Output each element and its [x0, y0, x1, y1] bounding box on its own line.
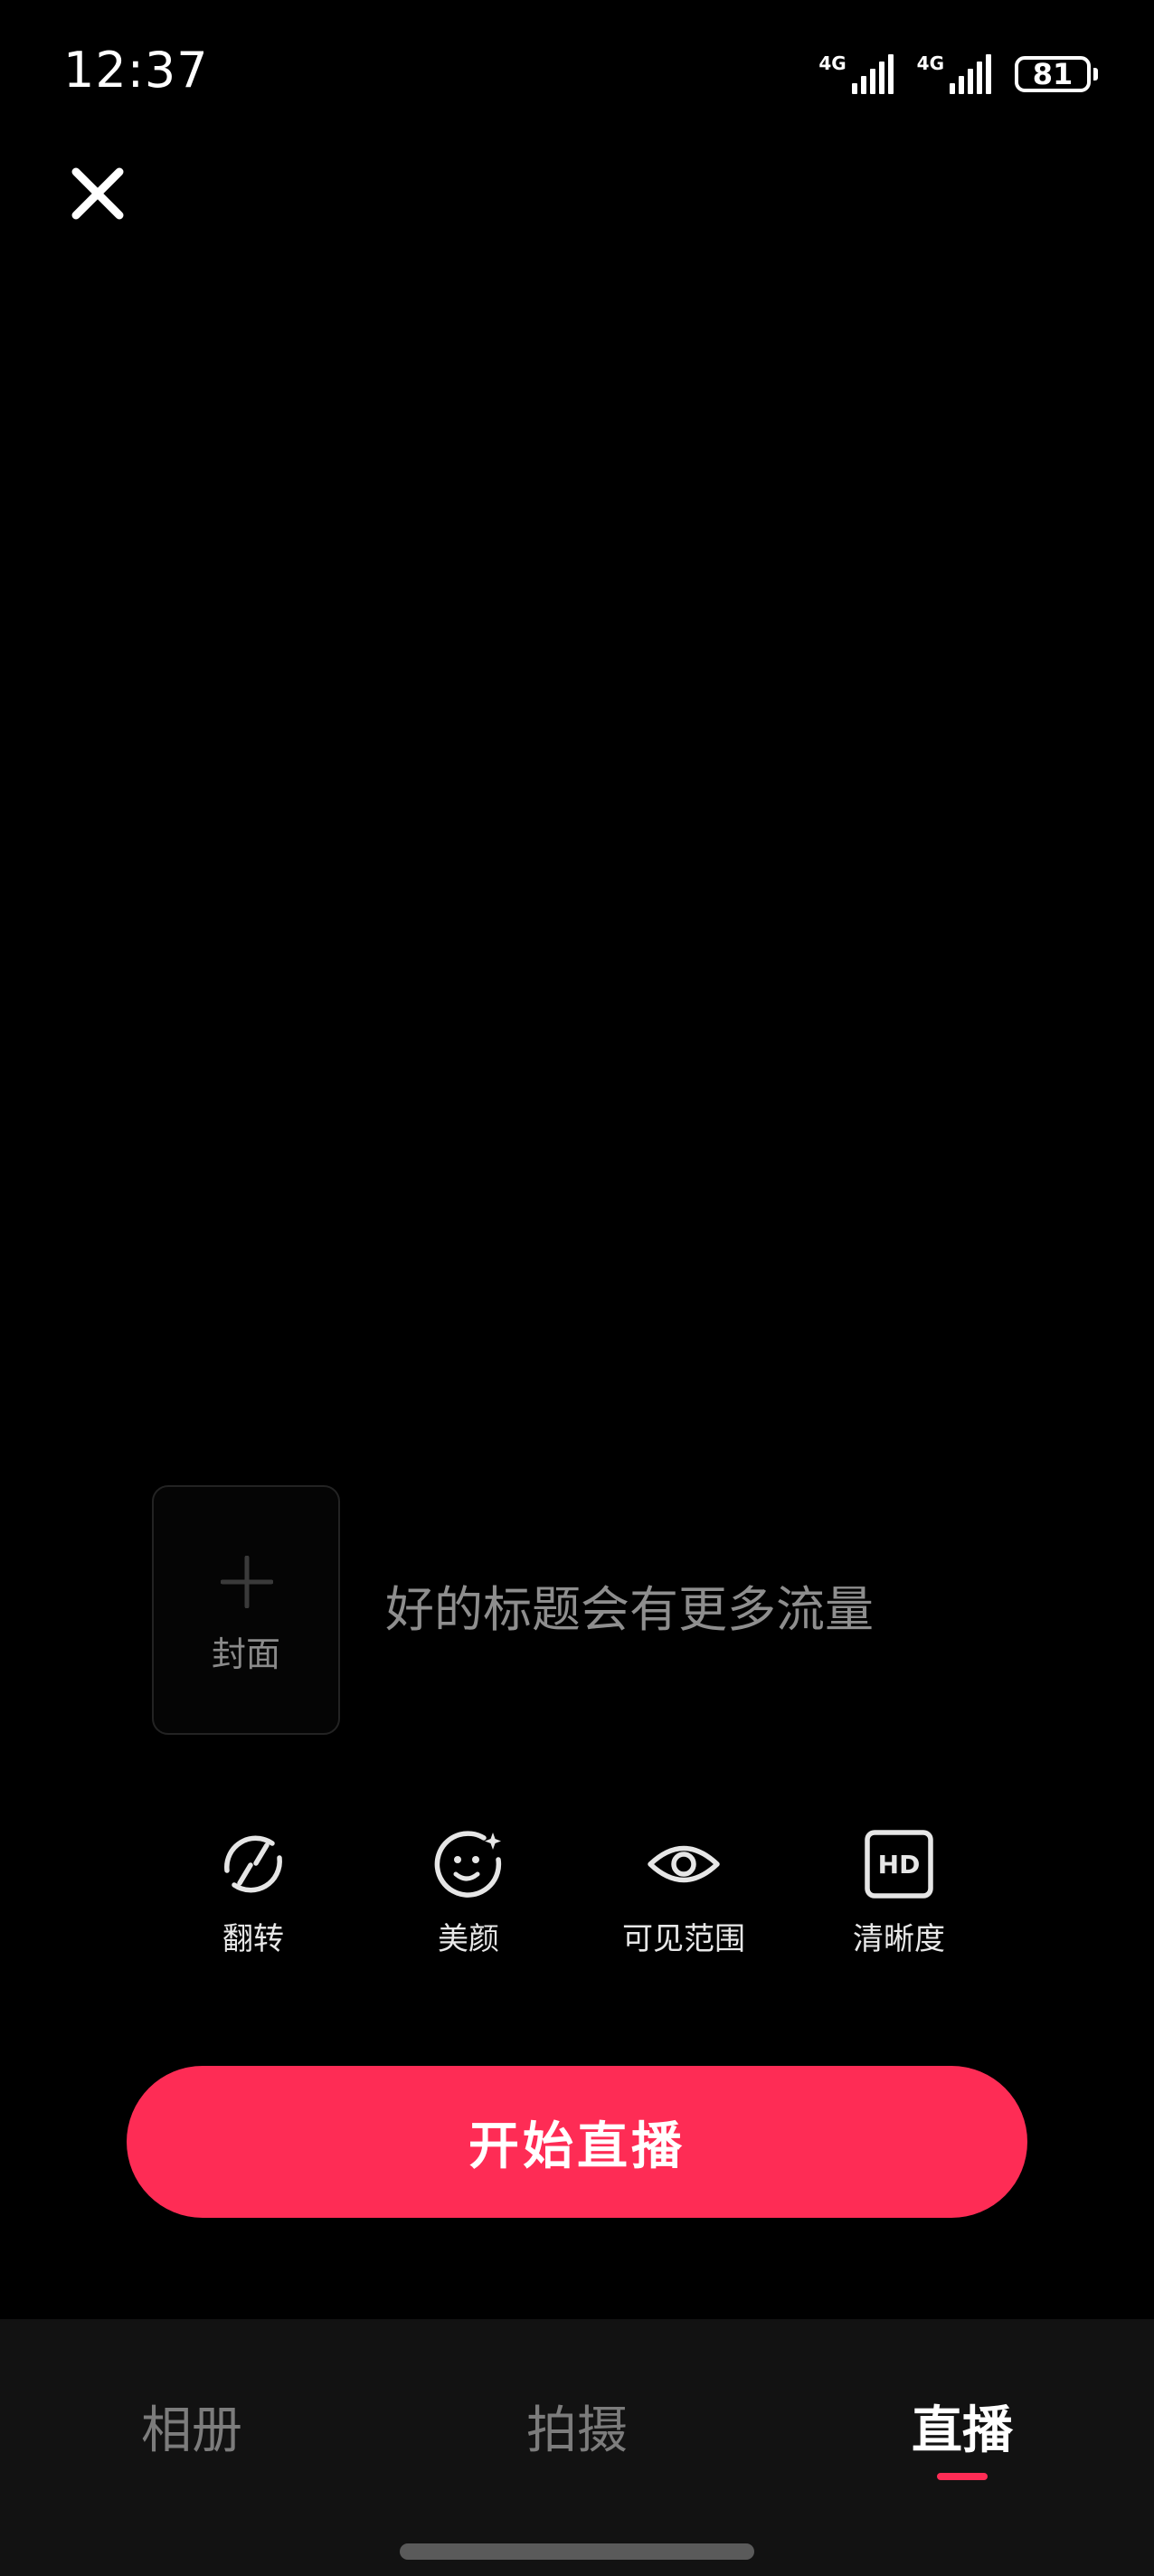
- nav-tab-shoot[interactable]: 拍摄: [468, 2390, 686, 2463]
- bottom-nav: 相册 拍摄 直播: [0, 2319, 1154, 2576]
- status-icons: 4G 4G 81: [818, 49, 1098, 99]
- flip-camera-icon: [224, 1835, 282, 1893]
- close-icon: [71, 167, 124, 220]
- close-button[interactable]: [65, 161, 130, 226]
- battery-icon: 81: [1015, 56, 1098, 92]
- quality-label: 清晰度: [853, 1921, 945, 1957]
- live-title-input[interactable]: [385, 1574, 1073, 1646]
- plus-icon: [221, 1556, 273, 1608]
- signal-1-icon: 4G: [818, 52, 894, 94]
- flip-label: 翻转: [222, 1921, 284, 1957]
- quality-button[interactable]: HD 清晰度: [799, 1827, 998, 1958]
- eye-icon: [648, 1845, 720, 1883]
- beauty-face-icon: [434, 1831, 502, 1898]
- hd-icon: HD: [865, 1830, 933, 1899]
- flip-button[interactable]: 翻转: [154, 1827, 353, 1958]
- start-live-button[interactable]: 开始直播: [127, 2066, 1027, 2218]
- hd-badge-text: HD: [878, 1850, 921, 1880]
- nav-tab-live[interactable]: 直播: [854, 2390, 1071, 2463]
- status-time: 12:37: [63, 42, 209, 99]
- visibility-label: 可见范围: [622, 1921, 745, 1957]
- nav-tab-album[interactable]: 相册: [83, 2390, 300, 2463]
- cover-label: 封面: [211, 1634, 280, 1674]
- beauty-button[interactable]: 美颜: [369, 1827, 568, 1958]
- signal-2-icon: 4G: [917, 54, 991, 94]
- visibility-button[interactable]: 可见范围: [584, 1827, 783, 1958]
- battery-level: 81: [1015, 56, 1091, 92]
- cover-picker[interactable]: 封面: [152, 1485, 340, 1735]
- live-setup-screen: 12:37 4G 4G 81 封面 好的标题会有更多流量 翻转 美颜 可见范围 …: [0, 0, 1154, 2576]
- active-tab-indicator: [937, 2473, 988, 2480]
- beauty-label: 美颜: [438, 1921, 499, 1957]
- home-indicator[interactable]: [400, 2543, 754, 2560]
- signal-1-label: 4G: [818, 52, 847, 74]
- signal-2-label: 4G: [916, 52, 944, 74]
